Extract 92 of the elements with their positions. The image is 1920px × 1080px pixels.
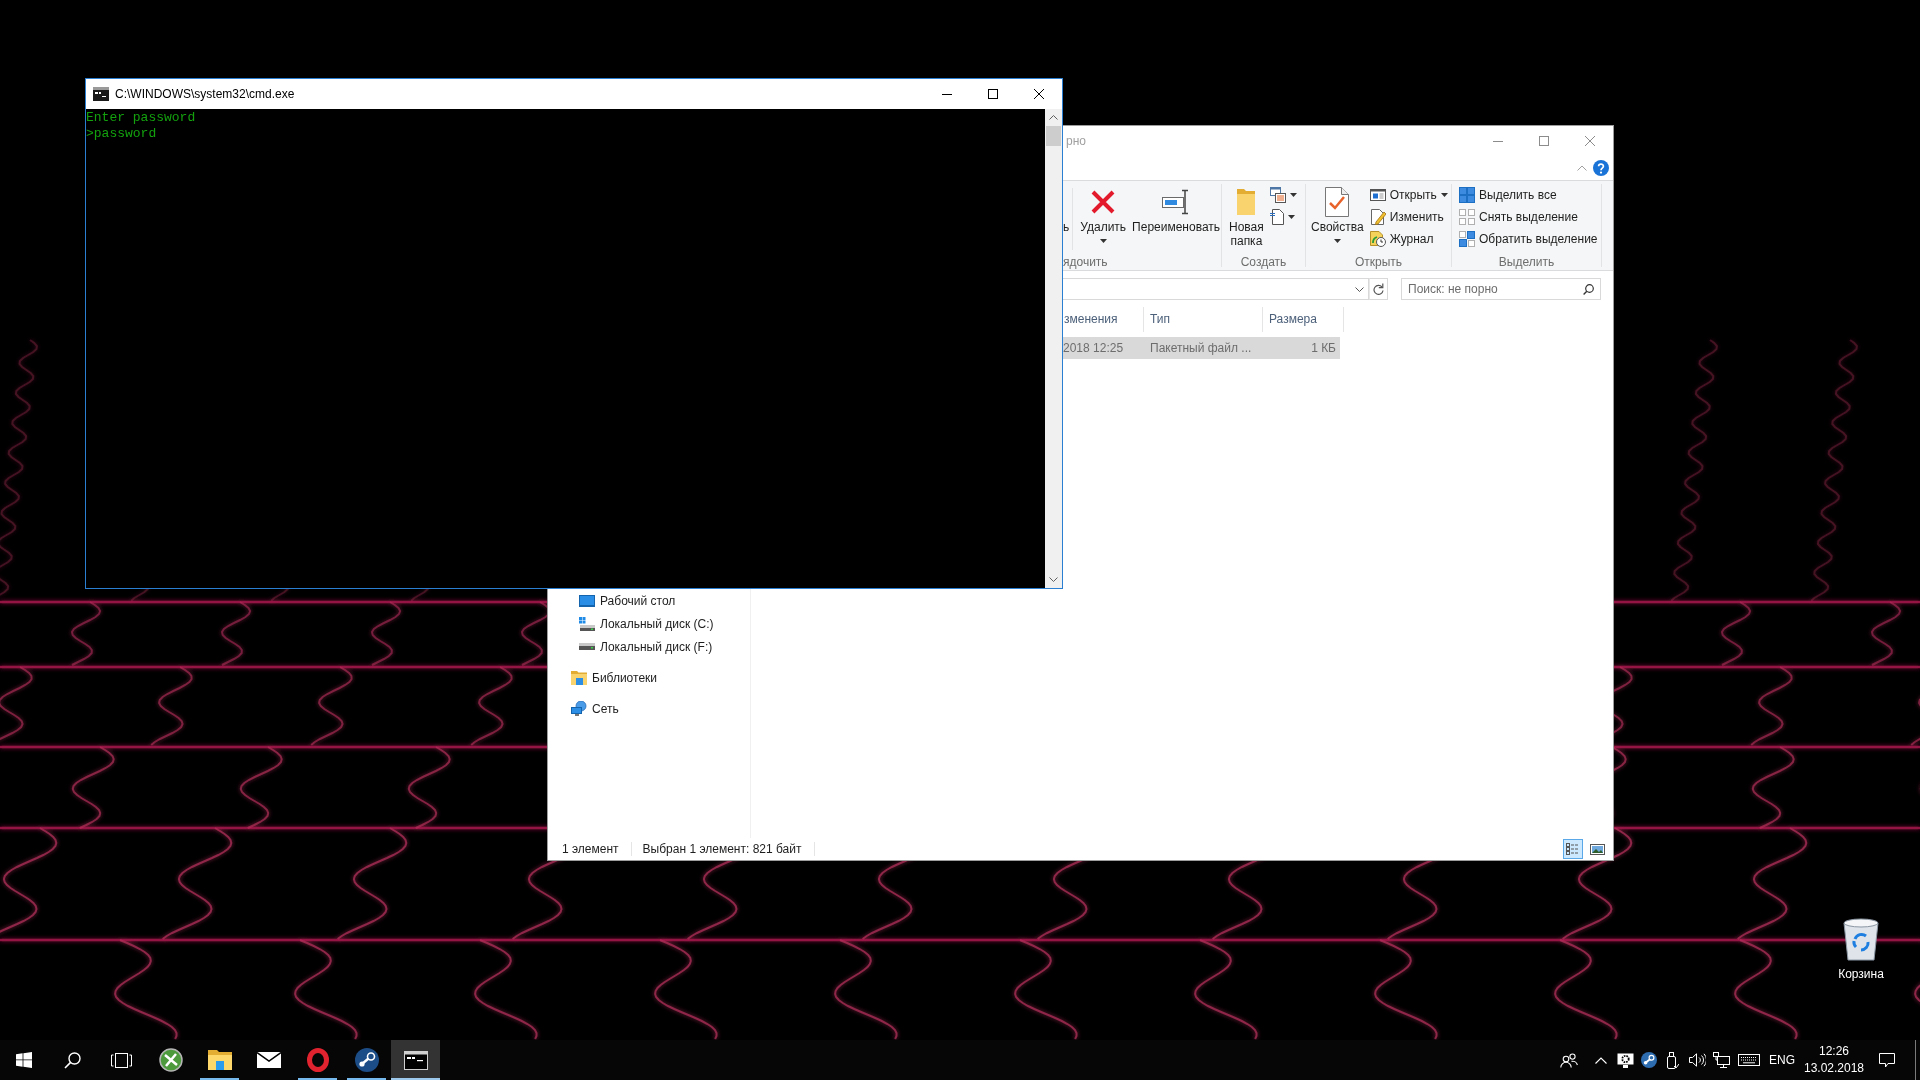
new-folder-button[interactable]: Новая папка: [1226, 184, 1267, 248]
thumbnail-icon: [1589, 843, 1605, 855]
cross-icon: [1090, 189, 1117, 215]
notification-icon[interactable]: [1879, 1052, 1895, 1068]
window-title: рно: [1066, 134, 1086, 148]
properties-button[interactable]: Свойства: [1308, 184, 1367, 248]
window-title: C:\WINDOWS\system32\cmd.exe: [115, 87, 295, 101]
caret-icon: [1099, 239, 1107, 243]
task-view-icon[interactable]: [110, 1052, 132, 1068]
help-icon[interactable]: [1593, 160, 1609, 176]
caret-icon: [1333, 239, 1341, 243]
close-icon[interactable]: [1034, 89, 1044, 99]
status-text: 1 элемент: [562, 842, 619, 856]
nav-item[interactable]: Библиотеки: [571, 666, 659, 689]
page-pencil-icon: [1369, 209, 1386, 225]
disc-logo-icon: [354, 1048, 379, 1072]
edit-button[interactable]: Изменить: [1366, 206, 1451, 228]
network-monitor-icon[interactable]: [1712, 1052, 1730, 1068]
details-view-button[interactable]: [1563, 839, 1583, 859]
file-row[interactable]: 2018 12:25 Пакетный файл ... 1 КБ: [1063, 337, 1340, 359]
terminal-icon: [403, 1050, 428, 1070]
speaker-icon[interactable]: [1688, 1053, 1706, 1067]
select-none-button[interactable]: Снять выделение: [1456, 206, 1601, 228]
nav-item[interactable]: Сеть: [571, 697, 621, 720]
system-drive-icon: [579, 616, 595, 631]
table-cell-text: Пакетный файл ...: [1149, 340, 1253, 357]
delete-button[interactable]: Удалить: [1077, 184, 1130, 248]
usb-drive-icon[interactable]: [1667, 1051, 1679, 1069]
nav-item[interactable]: Локальный диск (F:): [579, 635, 715, 658]
window-icon: [1369, 189, 1386, 201]
chevron-down-icon[interactable]: [1355, 286, 1364, 292]
select-all-button[interactable]: Выделить все: [1456, 184, 1601, 206]
maximize-icon[interactable]: [988, 89, 998, 99]
address-field[interactable]: [1063, 278, 1369, 300]
ribbon-button[interactable]: ь: [1063, 220, 1070, 234]
desktop-icon: [579, 594, 595, 607]
mixed-grid-icon: [1459, 231, 1475, 247]
scrollbar[interactable]: [1045, 109, 1062, 588]
taskbar-button[interactable]: [391, 1040, 440, 1080]
caret-up-icon[interactable]: [1049, 115, 1058, 120]
network-icon: [571, 701, 587, 716]
history-button[interactable]: Журнал: [1366, 228, 1451, 250]
minimize-icon[interactable]: [942, 93, 952, 95]
nav-item[interactable]: Рабочий стол: [579, 589, 678, 612]
folder-icon: [1236, 188, 1257, 216]
column-header[interactable]: Тип: [1144, 307, 1263, 332]
drive-icon: [579, 643, 595, 650]
console-line: Enter password: [86, 110, 196, 126]
console-line: >password: [86, 126, 157, 142]
table-cell-text: 1 КБ: [1310, 340, 1337, 357]
caret-icon: [1287, 215, 1295, 219]
caret-icon: [1440, 193, 1448, 197]
refresh-icon: [1373, 283, 1384, 295]
outline-grid-icon: [1459, 209, 1475, 225]
clock-button[interactable]: 12:26 13.02.2018: [1799, 1040, 1869, 1080]
desktop-shortcut[interactable]: Корзина: [1838, 917, 1884, 982]
windows-logo-icon[interactable]: [16, 1052, 32, 1068]
refresh-button[interactable]: [1369, 278, 1388, 300]
language-button[interactable]: ENG: [1765, 1040, 1799, 1080]
search-icon[interactable]: [63, 1051, 81, 1069]
keyboard-icon[interactable]: [1738, 1054, 1760, 1066]
ring-icon: [306, 1048, 329, 1072]
ribbon-group-label: Создать: [1240, 255, 1287, 270]
scrollbar-thumb[interactable]: [1046, 126, 1061, 146]
page-check-icon: [1325, 187, 1350, 217]
page-clock-icon: [1369, 231, 1386, 247]
ribbon-group-label: Выделить: [1498, 255, 1555, 270]
library-icon: [571, 670, 587, 685]
envelope-icon: [256, 1052, 281, 1068]
invert-selection-button[interactable]: Обратить выделение: [1456, 228, 1601, 250]
caret-icon: [1289, 193, 1297, 197]
list-icon: [1566, 842, 1580, 856]
people-icon[interactable]: [1560, 1052, 1578, 1068]
search-icon[interactable]: [1583, 284, 1594, 295]
monitor-gear-icon[interactable]: [1616, 1052, 1634, 1068]
disc-logo-icon[interactable]: [1641, 1052, 1657, 1068]
orb-icon: [158, 1048, 183, 1072]
status-text: Выбран 1 элемент: 821 байт: [642, 842, 802, 856]
nav-item[interactable]: Локальный диск (C:): [579, 612, 716, 635]
search-field[interactable]: Поиск: не порно: [1401, 278, 1601, 300]
stacked-pages-icon: [1269, 187, 1286, 203]
table-cell-text: 2018 12:25: [1063, 340, 1125, 357]
column-header[interactable]: Размера: [1263, 307, 1344, 332]
caret-down-icon[interactable]: [1049, 577, 1058, 582]
grid-icon: [1459, 187, 1475, 203]
ribbon-group-label: ядочить: [1063, 255, 1108, 270]
page-icon: [1269, 209, 1284, 225]
open-button[interactable]: Открыть: [1366, 184, 1451, 206]
ribbon-group-label: Открыть: [1354, 255, 1403, 270]
trash-can-icon[interactable]: [1841, 917, 1881, 961]
folder-icon: [207, 1050, 232, 1070]
terminal-icon: [93, 87, 109, 101]
